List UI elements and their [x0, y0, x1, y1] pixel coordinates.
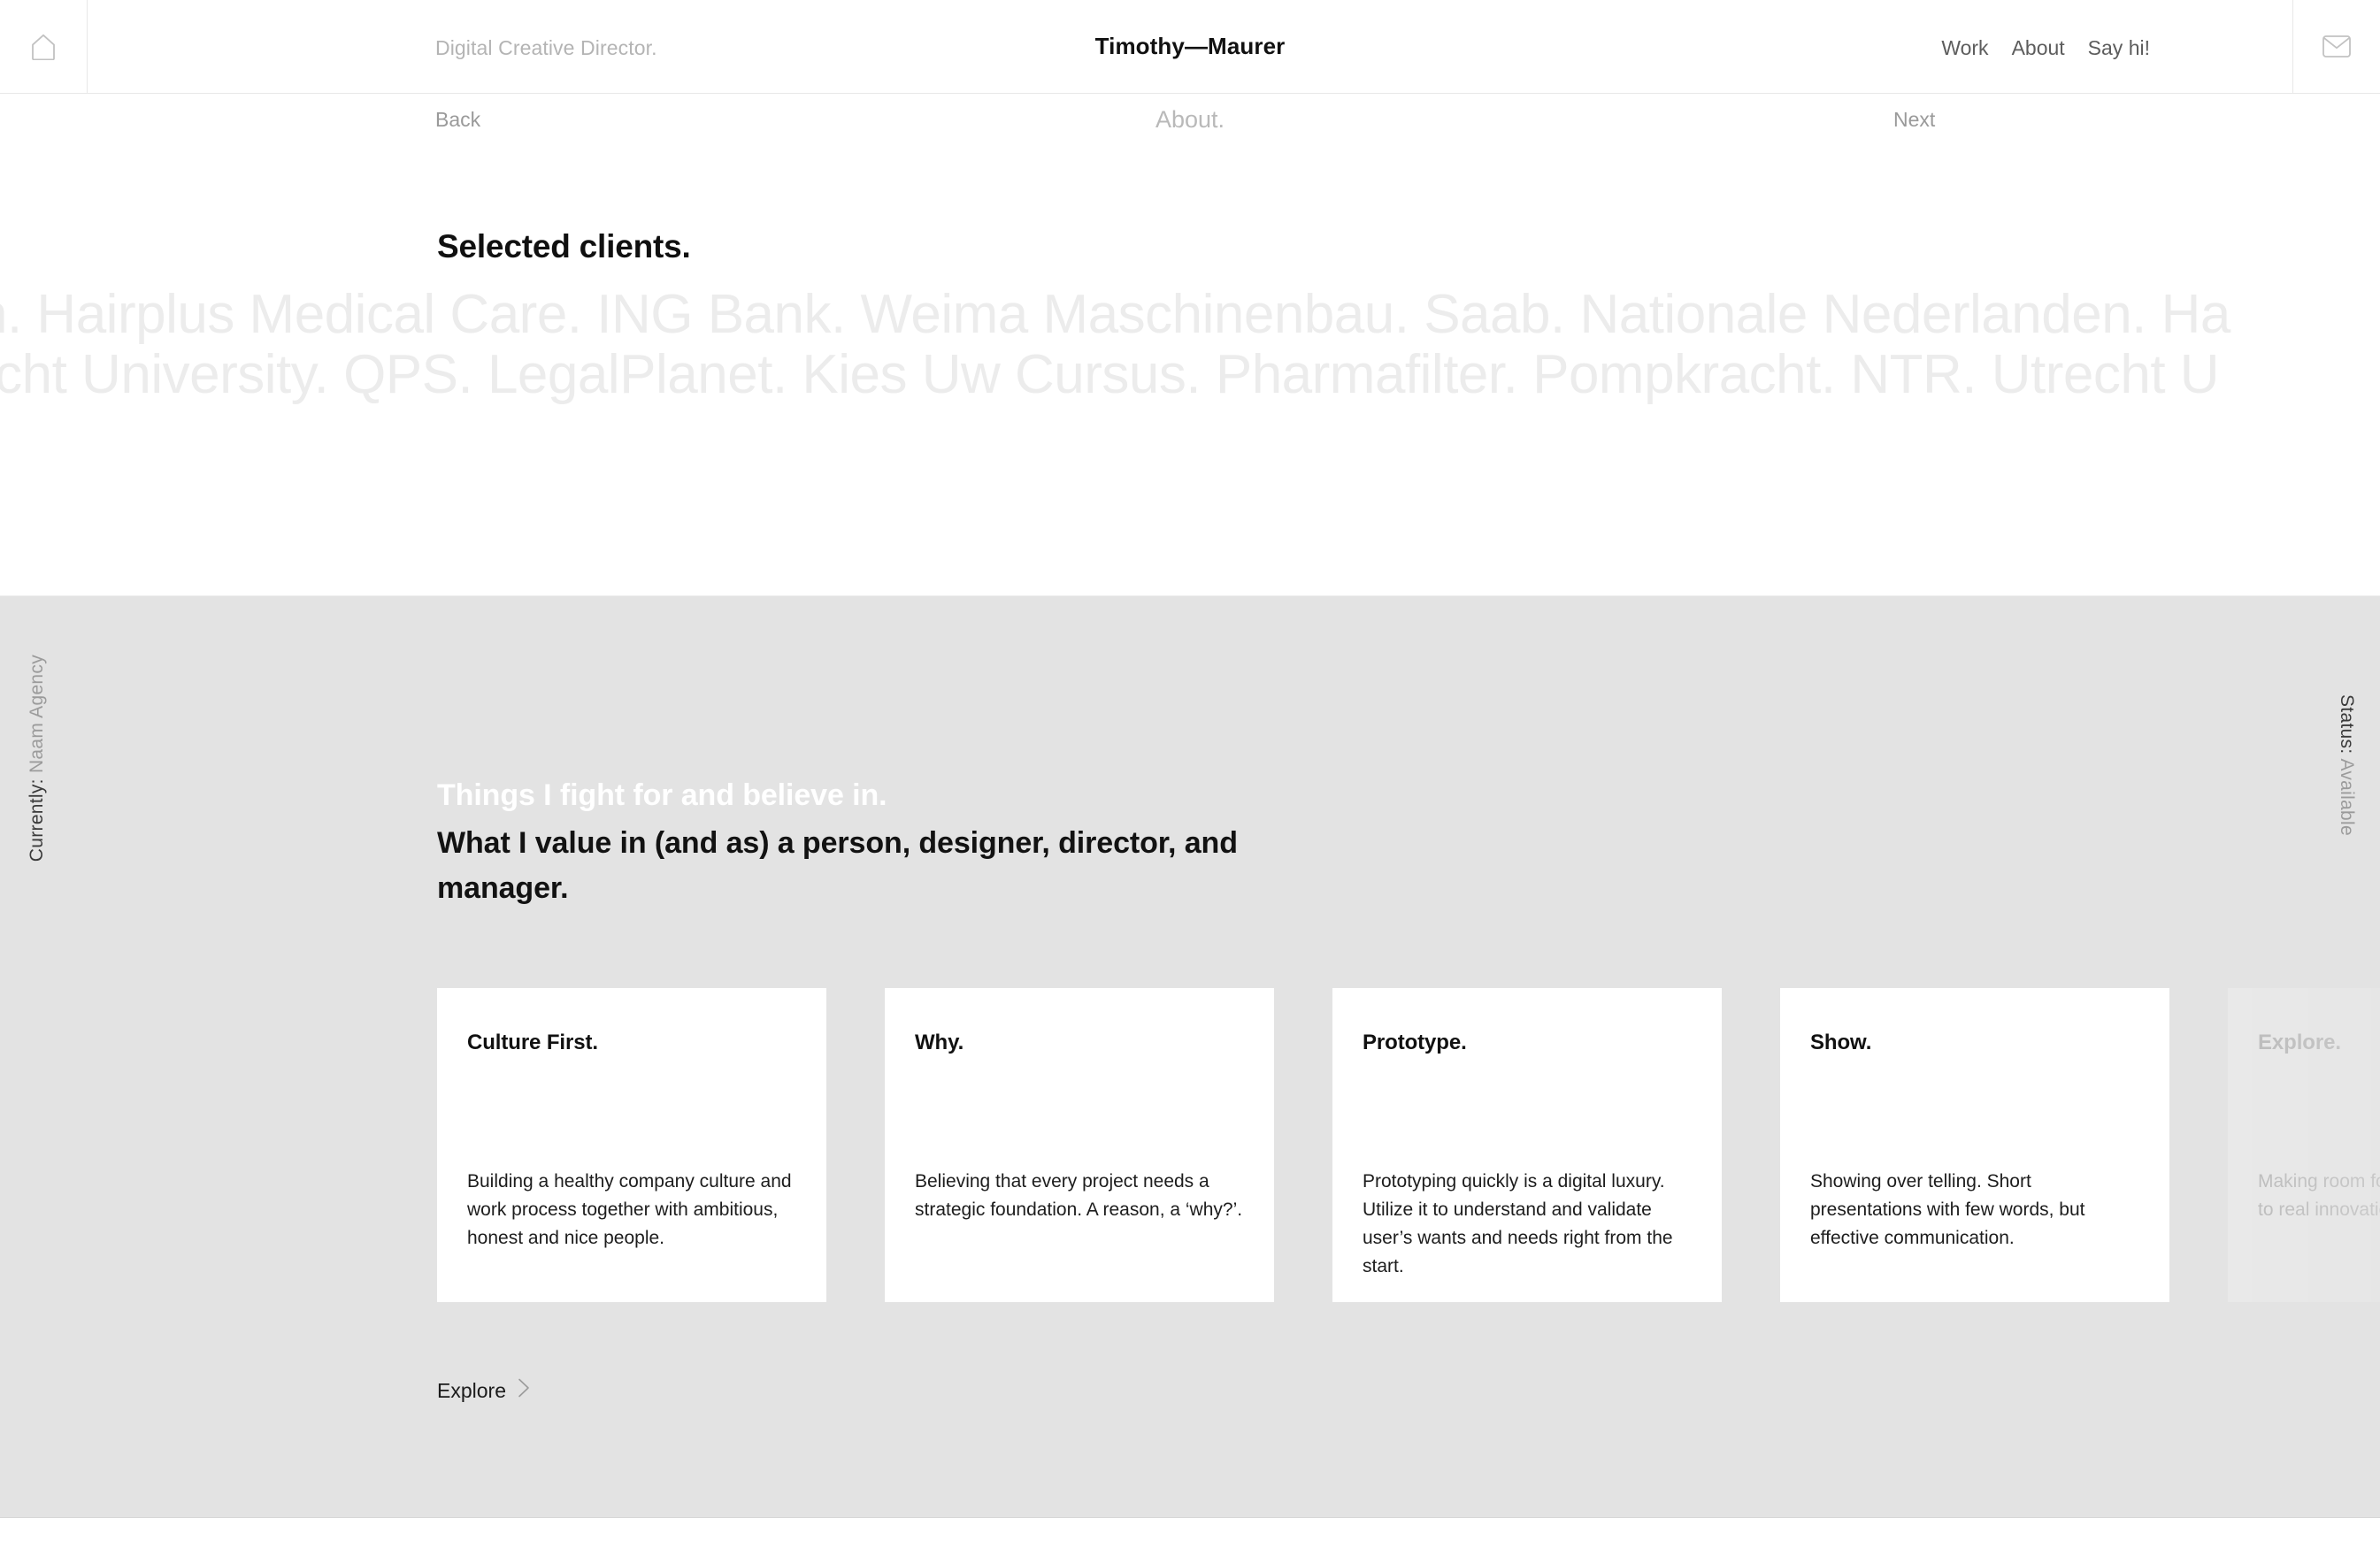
currently-status: Currently: Naam Agency: [27, 655, 48, 862]
section-divider: [0, 1517, 2380, 1518]
explore-link[interactable]: Explore: [437, 1378, 530, 1403]
value-card[interactable]: Explore. Making room for explorations co…: [2228, 988, 2380, 1302]
nav-item-work[interactable]: Work: [1941, 36, 1988, 60]
selected-clients-heading: Selected clients.: [437, 228, 691, 264]
value-card[interactable]: Culture First. Building a healthy compan…: [437, 988, 826, 1302]
currently-value: Naam Agency: [27, 655, 47, 779]
values-card-list: Culture First. Building a healthy compan…: [437, 988, 2380, 1302]
value-card-body: Showing over telling. Short presentation…: [1810, 1171, 2085, 1248]
about-page: Digital Creative Director. Timothy—Maure…: [0, 0, 2380, 1548]
status-value: Available: [2337, 754, 2357, 836]
page-subnav: Back About. Next: [0, 94, 2380, 149]
value-card-body: Prototyping quickly is a digital luxury.…: [1363, 1171, 1673, 1276]
clients-marquee: en. Hairplus Medical Care. ING Bank. Wei…: [0, 285, 2380, 405]
explore-link-label: Explore: [437, 1378, 506, 1402]
value-card-title: Why.: [915, 1031, 964, 1054]
values-title: What I value in (and as) a person, desig…: [437, 826, 1238, 905]
status-label: Status:: [2337, 694, 2357, 755]
currently-label: Currently:: [27, 778, 47, 862]
value-card-title: Prototype.: [1363, 1031, 1467, 1054]
nav-item-about[interactable]: About: [2012, 36, 2065, 60]
value-card[interactable]: Show. Showing over telling. Short presen…: [1780, 988, 2169, 1302]
next-link[interactable]: Next: [1893, 108, 1935, 132]
clients-marquee-line-1: en. Hairplus Medical Care. ING Bank. Wei…: [0, 285, 2230, 345]
value-card[interactable]: Why. Believing that every project needs …: [885, 988, 1274, 1302]
value-card-body: Believing that every project needs a str…: [915, 1171, 1243, 1220]
site-header: Digital Creative Director. Timothy—Maure…: [0, 0, 2380, 94]
value-card-title: Culture First.: [467, 1031, 598, 1054]
availability-status: Status: Available: [2336, 694, 2357, 836]
clients-marquee-line-2: recht University. QPS. LegalPlanet. Kies…: [0, 344, 2220, 405]
values-kicker: Things I fight for and believe in.: [437, 778, 887, 812]
value-card-body: Building a healthy company culture and w…: [467, 1171, 792, 1248]
value-card-title: Explore.: [2258, 1031, 2341, 1054]
nav-item-say-hi[interactable]: Say hi!: [2088, 36, 2150, 60]
chevron-right-icon: [518, 1378, 530, 1403]
value-card-title: Show.: [1810, 1031, 1872, 1054]
value-card[interactable]: Prototype. Prototyping quickly is a digi…: [1332, 988, 1722, 1302]
primary-nav: Work About Say hi!: [1941, 36, 2150, 60]
mail-icon: [2322, 35, 2351, 57]
value-card-body: Making room for explorations connected t…: [2258, 1171, 2380, 1220]
contact-button[interactable]: [2292, 0, 2380, 93]
page-title: About.: [1155, 106, 1225, 133]
